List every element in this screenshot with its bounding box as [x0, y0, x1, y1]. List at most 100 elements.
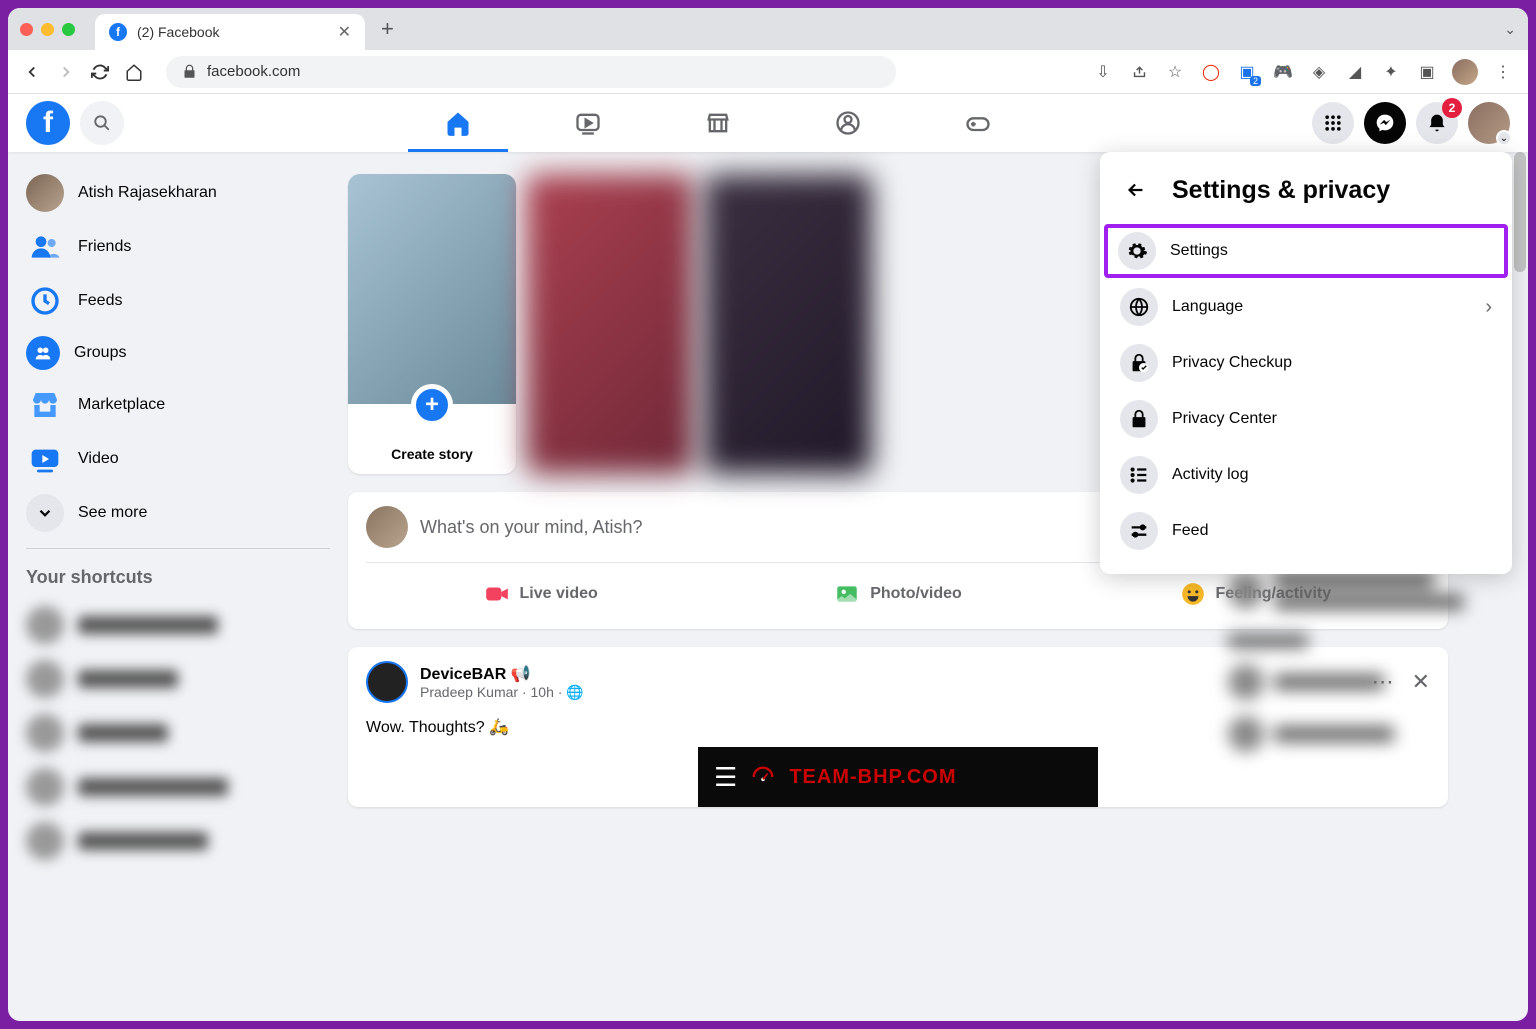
profile-name: Atish Rajasekharan — [78, 184, 217, 202]
sidebar-groups[interactable]: Groups — [16, 328, 340, 378]
nav-home[interactable] — [398, 94, 518, 152]
watch-icon — [574, 109, 602, 137]
dropdown-settings[interactable]: Settings — [1104, 224, 1508, 278]
dropdown-privacy-center[interactable]: Privacy Center — [1106, 392, 1506, 446]
extension-brush-icon[interactable]: ◢ — [1344, 61, 1366, 83]
browser-tab-bar: f (2) Facebook ✕ + ⌄ — [8, 8, 1528, 50]
grid-icon — [1323, 113, 1343, 133]
close-tab-icon[interactable]: ✕ — [338, 22, 351, 42]
nav-gaming[interactable] — [918, 94, 1038, 152]
right-column — [1228, 572, 1508, 768]
lock-icon — [1120, 400, 1158, 438]
feeds-icon — [26, 282, 64, 320]
shortcut-item[interactable] — [16, 706, 340, 760]
chevron-right-icon: › — [1485, 296, 1492, 319]
story-card[interactable] — [526, 174, 694, 474]
photo-icon — [834, 581, 860, 607]
friends-icon — [26, 228, 64, 266]
avatar — [26, 174, 64, 212]
scrollbar[interactable] — [1514, 152, 1526, 272]
post-brand: TEAM-BHP.COM — [789, 766, 956, 789]
account-button[interactable]: ⌄ — [1468, 102, 1510, 144]
shortcut-item[interactable] — [16, 598, 340, 652]
dropdown-feed[interactable]: Feed — [1106, 504, 1506, 558]
post-image[interactable]: ☰ TEAM-BHP.COM — [698, 747, 1098, 807]
facebook-logo[interactable]: f — [26, 101, 70, 145]
tabs-overflow-icon[interactable]: ⌄ — [1504, 21, 1516, 38]
messenger-button[interactable] — [1364, 102, 1406, 144]
forward-button — [56, 62, 76, 82]
browser-tab[interactable]: f (2) Facebook ✕ — [95, 14, 365, 50]
sidebar-profile[interactable]: Atish Rajasekharan — [16, 166, 340, 220]
shortcut-item[interactable] — [16, 814, 340, 868]
menu-grid-button[interactable] — [1312, 102, 1354, 144]
sidebar-see-more[interactable]: See more — [16, 486, 340, 540]
marketplace-icon — [704, 109, 732, 137]
sidebar-video[interactable]: Video — [16, 432, 340, 486]
lock-check-icon — [1120, 344, 1158, 382]
post-avatar[interactable] — [366, 661, 408, 703]
left-sidebar: Atish Rajasekharan Friends Feeds Groups — [8, 152, 348, 1021]
story-card[interactable] — [704, 174, 872, 474]
photo-video-button[interactable]: Photo/video — [723, 573, 1072, 615]
speedometer-icon — [749, 763, 777, 791]
address-bar[interactable]: facebook.com — [166, 56, 896, 88]
notification-badge: 2 — [1442, 98, 1462, 118]
extension-game-icon[interactable]: 🎮 — [1272, 61, 1294, 83]
sidebar-friends[interactable]: Friends — [16, 220, 340, 274]
back-button[interactable] — [1118, 172, 1154, 208]
facebook-header: f — [8, 94, 1528, 152]
bookmark-star-icon[interactable]: ☆ — [1164, 61, 1186, 83]
download-icon[interactable]: ⇩ — [1092, 61, 1114, 83]
notifications-button[interactable]: 2 — [1416, 102, 1458, 144]
maximize-window[interactable] — [62, 23, 75, 36]
facebook-favicon: f — [109, 23, 127, 41]
home-button[interactable] — [124, 62, 144, 82]
sidepanel-icon[interactable]: ▣ — [1416, 61, 1438, 83]
divider — [26, 548, 330, 549]
video-icon — [26, 440, 64, 478]
dropdown-language[interactable]: Language › — [1106, 280, 1506, 334]
browser-profile-avatar[interactable] — [1452, 59, 1478, 85]
post-author[interactable]: DeviceBAR 📢 — [420, 664, 1360, 684]
browser-menu-icon[interactable]: ⋮ — [1492, 61, 1514, 83]
create-story-card[interactable]: + Create story — [348, 174, 516, 474]
extension-send-icon[interactable]: ◈ — [1308, 61, 1330, 83]
browser-toolbar: facebook.com ⇩ ☆ ◯ ▣2 🎮 ◈ ◢ ✦ ▣ ⋮ — [8, 50, 1528, 94]
nav-marketplace[interactable] — [658, 94, 778, 152]
extensions-icon[interactable]: ✦ — [1380, 61, 1402, 83]
back-button[interactable] — [22, 62, 42, 82]
shortcut-item[interactable] — [16, 652, 340, 706]
avatar[interactable] — [366, 506, 408, 548]
shortcuts-heading: Your shortcuts — [16, 557, 340, 598]
marketplace-icon — [26, 386, 64, 424]
top-nav — [398, 94, 1038, 152]
header-right: 2 ⌄ — [1312, 102, 1510, 144]
hamburger-icon: ☰ — [714, 762, 737, 793]
extension-opera-icon[interactable]: ◯ — [1200, 61, 1222, 83]
share-icon[interactable] — [1128, 61, 1150, 83]
messenger-icon — [1375, 113, 1395, 133]
gear-icon — [1118, 232, 1156, 270]
new-tab-button[interactable]: + — [381, 16, 394, 42]
chevron-down-icon — [26, 494, 64, 532]
reload-button[interactable] — [90, 62, 110, 82]
shortcut-item[interactable] — [16, 760, 340, 814]
sliders-icon — [1120, 512, 1158, 550]
nav-watch[interactable] — [528, 94, 648, 152]
search-button[interactable] — [80, 101, 124, 145]
close-window[interactable] — [20, 23, 33, 36]
dropdown-privacy-checkup[interactable]: Privacy Checkup — [1106, 336, 1506, 390]
sidebar-feeds[interactable]: Feeds — [16, 274, 340, 328]
tab-title: (2) Facebook — [137, 24, 219, 40]
globe-icon — [1120, 288, 1158, 326]
chevron-down-icon: ⌄ — [1496, 130, 1512, 146]
nav-groups[interactable] — [788, 94, 908, 152]
live-video-button[interactable]: Live video — [366, 573, 715, 615]
window-controls — [20, 23, 75, 36]
browser-actions: ⇩ ☆ ◯ ▣2 🎮 ◈ ◢ ✦ ▣ ⋮ — [1092, 59, 1514, 85]
dropdown-activity-log[interactable]: Activity log — [1106, 448, 1506, 502]
extension-blue-icon[interactable]: ▣2 — [1236, 61, 1258, 83]
sidebar-marketplace[interactable]: Marketplace — [16, 378, 340, 432]
minimize-window[interactable] — [41, 23, 54, 36]
